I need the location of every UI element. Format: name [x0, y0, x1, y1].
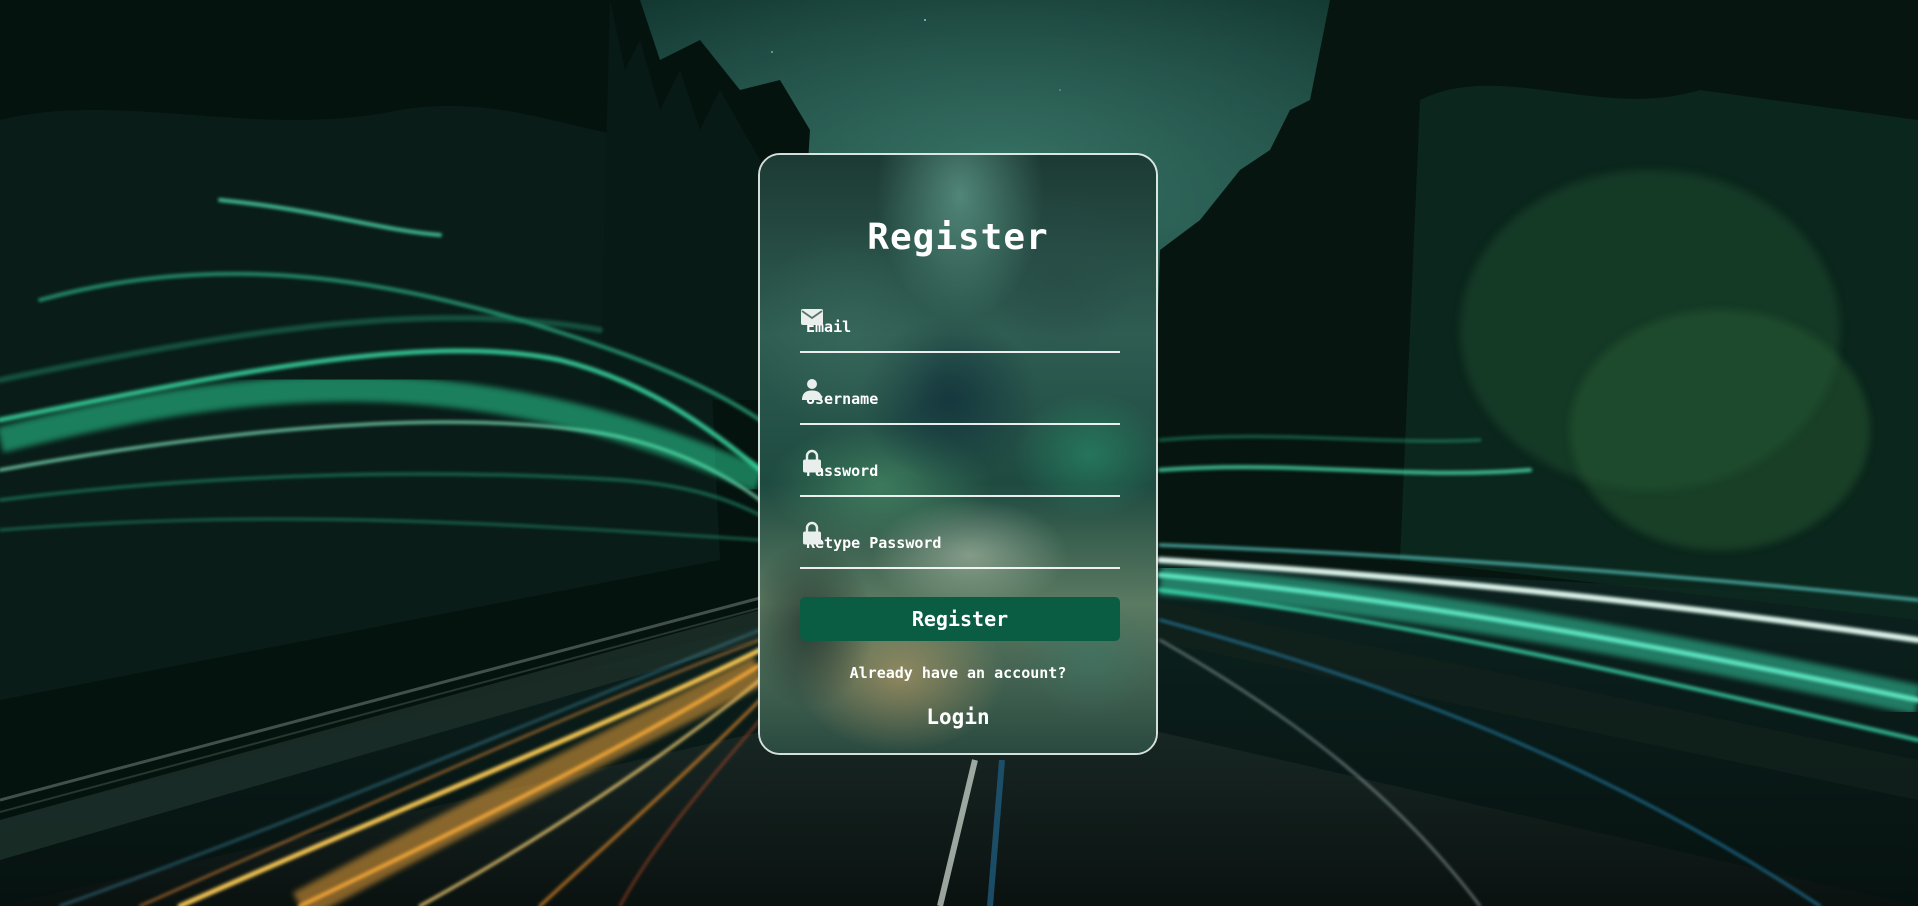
retype-password-input[interactable] — [800, 521, 1082, 565]
lock-icon — [803, 521, 821, 545]
user-icon — [802, 379, 822, 400]
login-link[interactable]: Login — [760, 705, 1156, 729]
background-image: Register Email Username Register Already… — [0, 0, 1918, 906]
username-input[interactable] — [800, 377, 1082, 421]
register-button[interactable]: Register — [800, 597, 1120, 641]
password-input[interactable] — [800, 449, 1082, 493]
email-input[interactable] — [800, 305, 1082, 349]
email-field — [800, 305, 1120, 353]
username-field — [800, 377, 1120, 425]
form-title: Register — [867, 217, 1049, 258]
lock-icon — [803, 449, 821, 473]
envelope-icon — [801, 309, 823, 325]
register-form: Register Email Username Register Already… — [760, 155, 1156, 753]
password-field — [800, 449, 1120, 497]
login-prompt: Already have an account? — [849, 664, 1067, 682]
register-card: Register Email Username Register Already… — [758, 153, 1158, 755]
retype-password-field — [800, 521, 1120, 569]
